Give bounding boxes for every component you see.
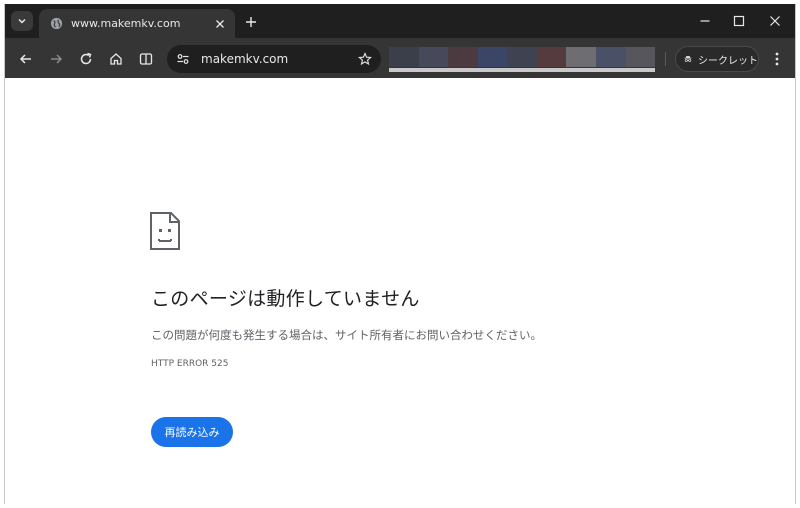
tune-icon: [177, 54, 189, 64]
tab-close-button[interactable]: [211, 15, 229, 33]
incognito-indicator[interactable]: シークレット: [675, 46, 759, 72]
active-tab[interactable]: www.makemkv.com: [39, 9, 235, 38]
tab-title: www.makemkv.com: [71, 17, 181, 30]
maximize-button[interactable]: [727, 10, 751, 32]
more-vertical-icon: [775, 52, 779, 66]
window-close-button[interactable]: [763, 10, 787, 32]
plus-icon: [246, 17, 256, 27]
maximize-icon: [733, 15, 745, 27]
arrow-left-icon: [19, 54, 31, 64]
page-content: このページは動作していません この問題が何度も発生する場合は、サイト所有者にお問…: [5, 78, 795, 504]
incognito-icon: [684, 56, 692, 62]
back-button[interactable]: [15, 48, 37, 70]
arrow-right-icon: [51, 54, 63, 64]
sad-page-icon: [150, 212, 180, 250]
reload-icon: [80, 52, 92, 65]
error-description: この問題が何度も発生する場合は、サイト所有者にお問い合わせください。: [151, 328, 542, 342]
tab-search-button[interactable]: [11, 11, 33, 31]
close-icon: [216, 19, 224, 28]
globe-icon: [49, 17, 63, 31]
site-info-button[interactable]: [173, 49, 193, 69]
home-button[interactable]: [105, 48, 127, 70]
reload-toolbar-button[interactable]: [75, 48, 97, 70]
close-icon: [770, 16, 780, 26]
minimize-icon: [700, 20, 710, 22]
toolbar-divider: [665, 52, 666, 66]
forward-button[interactable]: [45, 48, 67, 70]
browser-window: www.makemkv.com makemkv.com シークレット このページ…: [4, 4, 796, 504]
error-heading: このページは動作していません: [151, 288, 420, 310]
address-bar[interactable]: makemkv.com: [167, 45, 381, 73]
main-menu-button[interactable]: [767, 48, 787, 70]
home-icon: [110, 53, 122, 65]
address-bar-url[interactable]: makemkv.com: [201, 52, 355, 66]
star-icon: [358, 52, 372, 66]
error-code: HTTP ERROR 525: [151, 359, 229, 369]
chevron-down-icon: [18, 18, 26, 24]
side-panel-icon: [139, 53, 153, 65]
incognito-label: シークレット: [698, 55, 758, 67]
side-panel-button[interactable]: [135, 48, 157, 70]
new-tab-button[interactable]: [241, 12, 261, 32]
bookmark-star-button[interactable]: [355, 49, 375, 69]
reload-button[interactable]: 再読み込み: [151, 417, 233, 447]
bookmarks-blurred: [389, 47, 656, 67]
minimize-button[interactable]: [693, 10, 717, 32]
tab-strip: www.makemkv.com: [5, 4, 795, 38]
bookmarks-bar-underline: [389, 68, 655, 72]
toolbar: makemkv.com シークレット: [5, 38, 795, 78]
